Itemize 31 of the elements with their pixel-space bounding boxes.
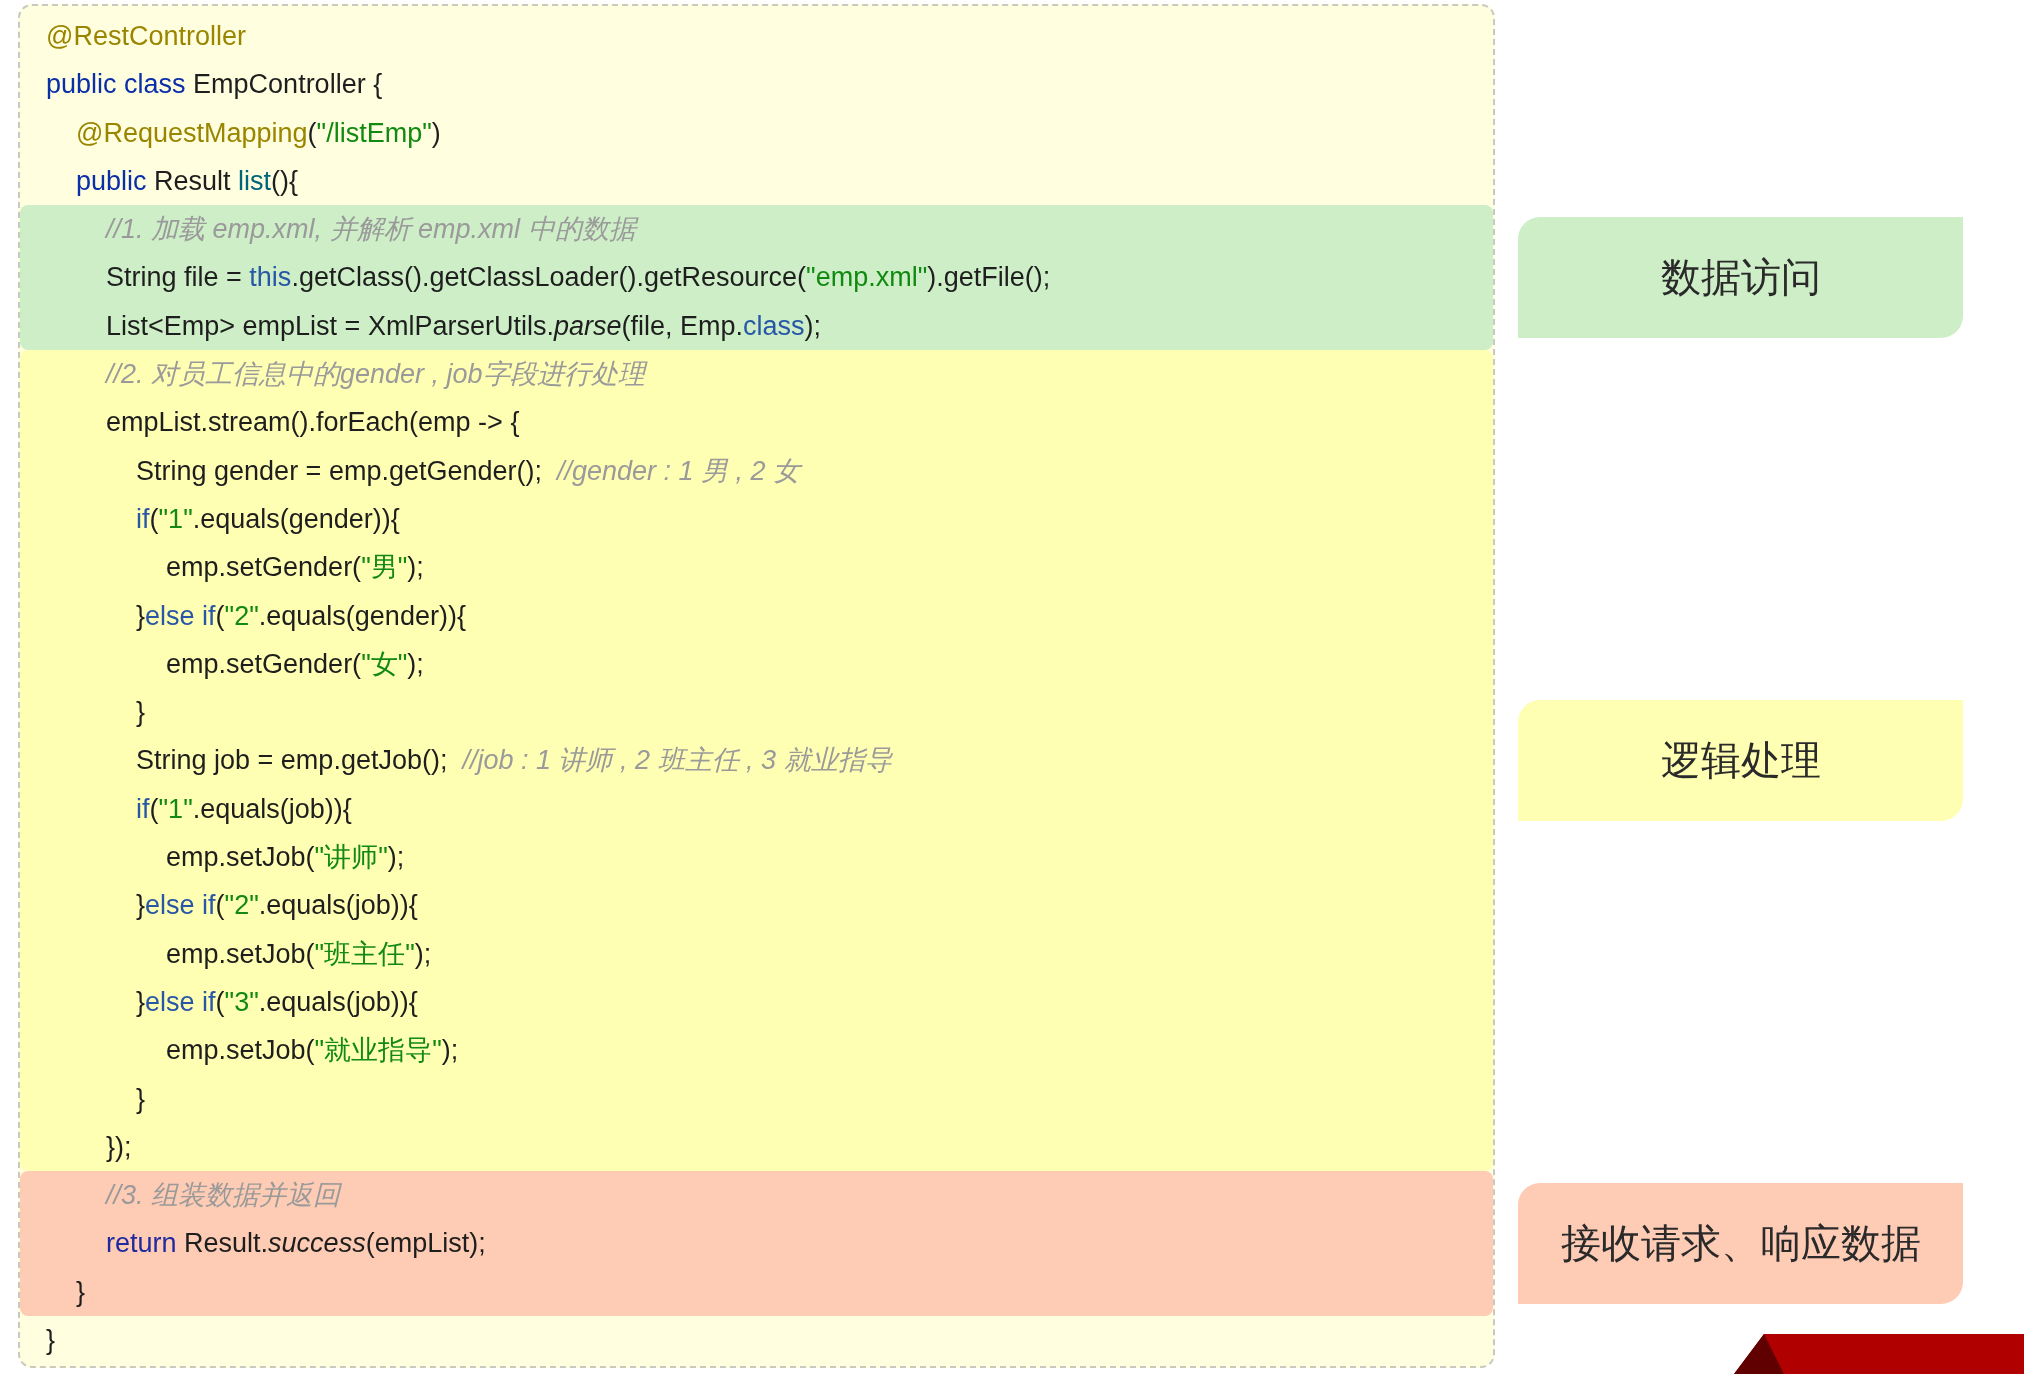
section-label: 数据访问 [1518, 217, 1963, 339]
code-line: emp.setJob("讲师"); [165, 841, 406, 875]
code-line: emp.setJob("班主任"); [165, 937, 433, 971]
code-line: @RestController [45, 20, 247, 53]
code-line: } [45, 1324, 57, 1357]
code-line: //1. 加载 emp.xml, 并解析 emp.xml 中的数据 [20, 205, 1493, 254]
section-label: 接收请求、响应数据 [1518, 1183, 1963, 1305]
code-line: } [135, 1082, 147, 1116]
code-line: } [75, 1275, 87, 1309]
code-line: String gender = emp.getGender(); //gender : 1 男 , 2 女 [135, 454, 804, 488]
code-line: //2. 对员工信息中的gender , job字段进行处理 [20, 350, 1493, 399]
code-line: //3. 组装数据并返回 [103, 1179, 343, 1213]
code-line: if("1".equals(job)){ [135, 792, 353, 826]
code-line: emp.setGender("女"); [165, 647, 425, 681]
code-line: String file = this.getClass().getClassLoader().getResource("emp.xml").getFile(); [105, 261, 1052, 295]
code-line: } [135, 696, 147, 730]
code-line: emp.setGender("男"); [165, 551, 425, 585]
code-line: }else if("2".equals(job)){ [135, 889, 419, 923]
code-line: empList.stream().forEach(emp -> { [105, 406, 521, 440]
code-line: public Result list(){ [75, 164, 300, 198]
code-line: }); [105, 1130, 133, 1164]
code-line: @RequestMapping("/listEmp") [75, 116, 442, 150]
code-line: String job = emp.getJob(); //job : 1 讲师 , 2 班主任 , 3 就业指导 [135, 744, 894, 778]
code-line: emp.setJob("就业指导"); [165, 1034, 460, 1068]
code-line: }else if("3".equals(job)){ [135, 985, 419, 1019]
code-line: }else if("2".equals(gender)){ [135, 599, 467, 633]
code-line: if("1".equals(gender)){ [135, 502, 401, 536]
section-label: 逻辑处理 [1518, 700, 1963, 822]
code-line: List<Emp> empList = XmlParserUtils.parse(file, Emp.class); [105, 309, 822, 343]
code-line: public class EmpController { [45, 68, 384, 102]
code-line: return Result.success(empList); [105, 1227, 487, 1261]
